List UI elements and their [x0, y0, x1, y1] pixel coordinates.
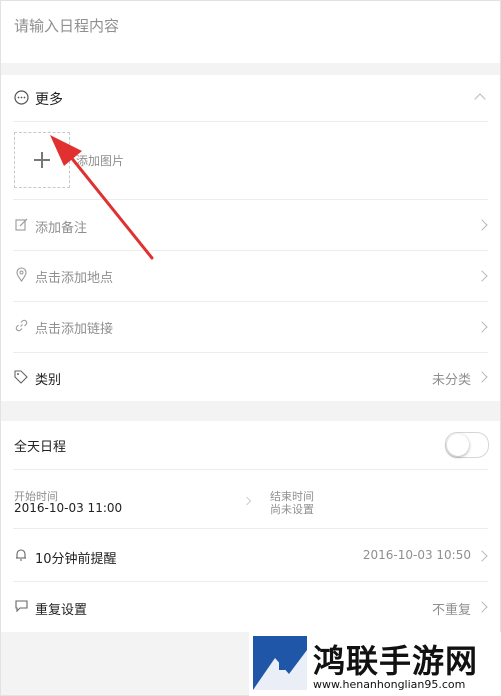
annotation-arrow	[50, 135, 154, 260]
watermark-logo-icon	[253, 636, 307, 690]
watermark: 鸿联手游网 www.henanhonglian95.com	[249, 632, 501, 696]
watermark-url: www.henanhonglian95.com	[313, 678, 466, 691]
watermark-brand: 鸿联手游网	[313, 642, 479, 680]
